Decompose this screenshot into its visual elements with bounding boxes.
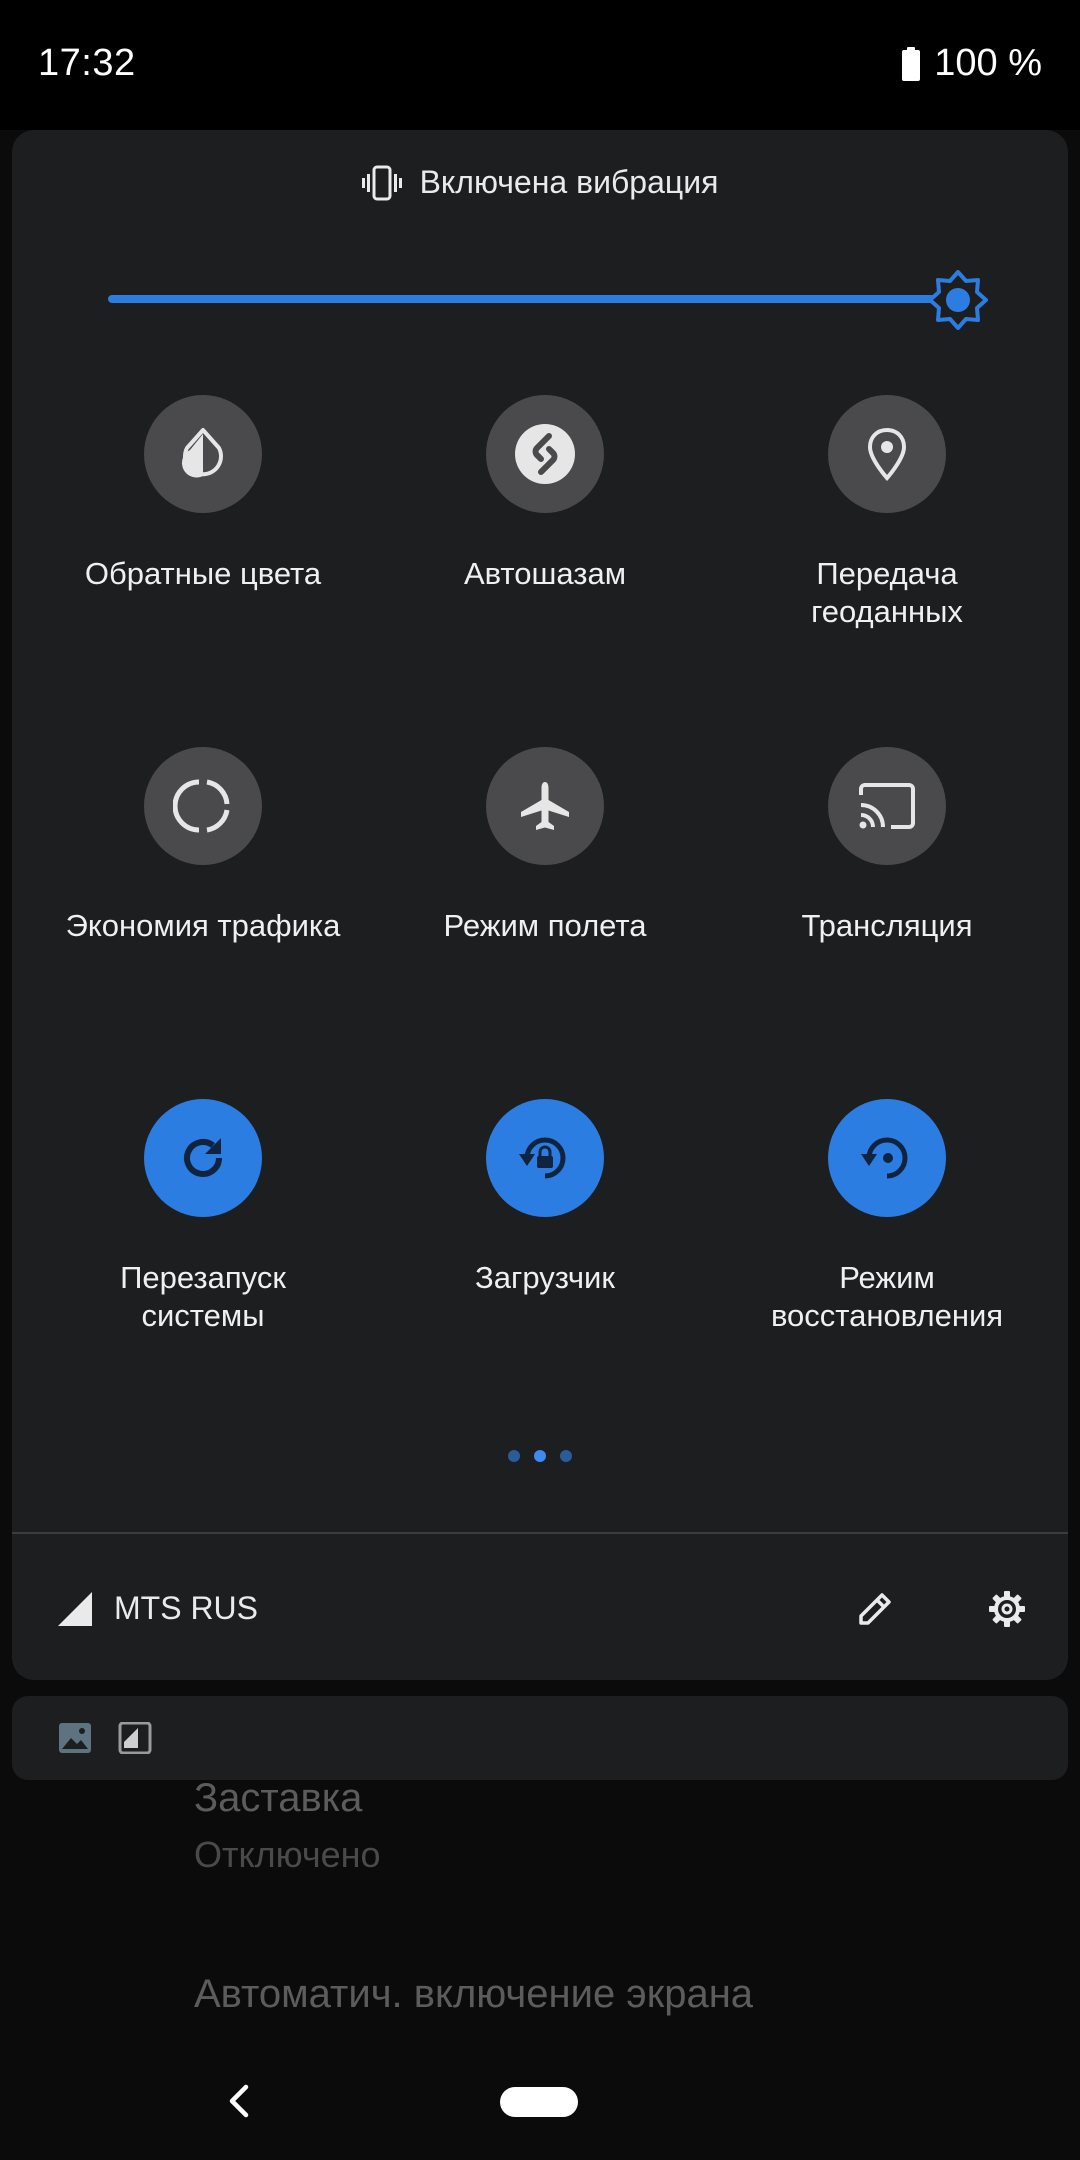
brightness-slider-track[interactable] <box>108 295 958 303</box>
tile-icon-bg[interactable] <box>144 1099 262 1217</box>
location-icon <box>867 427 907 481</box>
divider <box>12 1532 1068 1534</box>
tile-label: Трансляция <box>801 908 973 943</box>
tile-label: Передача геоданных <box>811 556 963 629</box>
tile-icon-bg[interactable] <box>828 395 946 513</box>
edit-pencil-icon <box>859 1593 891 1625</box>
tile-cast[interactable]: Трансляция <box>716 747 1058 945</box>
tile-icon-bg[interactable] <box>828 747 946 865</box>
cast-icon <box>859 783 915 829</box>
quick-settings-panel: Включена вибрация Обратные цвета Автошаз… <box>12 130 1068 1680</box>
carrier-name: MTS RUS <box>114 1590 258 1626</box>
status-bar: 17:32 100 % <box>0 0 1080 130</box>
tile-label: Загрузчик <box>475 1260 615 1295</box>
page-dot[interactable] <box>508 1450 520 1462</box>
tile-icon-bg[interactable] <box>144 395 262 513</box>
tile-label: Режим полета <box>443 908 647 943</box>
home-pill-button[interactable] <box>500 2087 578 2117</box>
shazam-icon <box>515 424 575 484</box>
ringer-mode-label: Включена вибрация <box>419 164 719 200</box>
back-button[interactable] <box>218 2076 258 2126</box>
vibrate-icon <box>361 165 402 200</box>
sim-card-icon <box>118 1722 152 1754</box>
tile-label: Обратные цвета <box>84 556 322 591</box>
signal-icon <box>58 1591 92 1626</box>
tile-location[interactable]: Передача геоданных <box>716 395 1058 631</box>
tile-label: Экономия трафика <box>65 908 341 943</box>
data-saver-icon <box>173 779 230 833</box>
tile-airplane-mode[interactable]: Режим полета <box>374 747 716 945</box>
edit-button[interactable] <box>850 1584 900 1634</box>
tile-icon-bg[interactable] <box>144 747 262 865</box>
page-indicator <box>12 1450 1068 1462</box>
battery-percent: 100 % <box>934 42 1042 84</box>
invert-colors-icon <box>181 428 223 478</box>
tile-icon-bg[interactable] <box>486 1099 604 1217</box>
quick-settings-footer: MTS RUS <box>12 1540 1068 1680</box>
brightness-slider[interactable] <box>108 270 988 330</box>
tile-icon-bg[interactable] <box>486 395 604 513</box>
tile-shazam[interactable]: Автошазам <box>374 395 716 593</box>
tile-icon-bg[interactable] <box>828 1099 946 1217</box>
page-dot-current[interactable] <box>534 1450 546 1462</box>
carrier-info: MTS RUS <box>58 1590 258 1627</box>
tile-label: Перезапуск системы <box>120 1260 286 1333</box>
screensaver-title[interactable]: Заставка <box>194 1776 362 1821</box>
navigation-bar <box>0 2040 1080 2160</box>
status-time: 17:32 <box>38 42 136 84</box>
status-right: 100 % <box>902 42 1042 85</box>
image-icon <box>59 1723 91 1753</box>
screensaver-status: Отключено <box>194 1834 381 1875</box>
tile-label: Режим восстановления <box>770 1260 1004 1333</box>
tile-icon-bg[interactable] <box>486 747 604 865</box>
settings-button[interactable] <box>982 1584 1032 1634</box>
recovery-icon <box>861 1137 908 1179</box>
tile-restart-system[interactable]: Перезапуск системы <box>32 1099 374 1335</box>
airplane-icon <box>521 782 569 830</box>
tile-data-saver[interactable]: Экономия трафика <box>32 747 374 945</box>
restart-icon <box>184 1138 222 1177</box>
gear-icon <box>989 1591 1025 1627</box>
bootloader-lock-icon <box>519 1137 566 1179</box>
tile-recovery-mode[interactable]: Режим восстановления <box>716 1099 1058 1335</box>
brightness-icon[interactable] <box>928 270 988 330</box>
ringer-mode-row[interactable]: Включена вибрация <box>12 164 1068 201</box>
tile-bootloader[interactable]: Загрузчик <box>374 1099 716 1297</box>
notification-strip[interactable] <box>12 1696 1068 1780</box>
battery-icon <box>902 46 921 81</box>
page-dot[interactable] <box>560 1450 572 1462</box>
tile-invert-colors[interactable]: Обратные цвета <box>32 395 374 593</box>
tile-label: Автошазам <box>463 556 627 591</box>
back-chevron-icon <box>229 2084 249 2118</box>
auto-screen-on-title[interactable]: Автоматич. включение экрана <box>194 1972 753 2017</box>
